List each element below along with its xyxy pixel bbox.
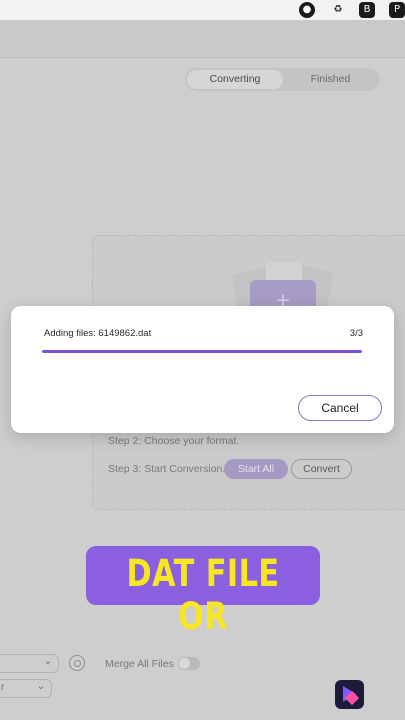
chevron-down-icon: ⌄ [36,681,45,692]
merge-all-files-toggle[interactable] [178,657,200,670]
chevron-down-icon: ⌄ [43,656,52,667]
progress-message: Adding files: 6149862.dat [44,328,152,339]
start-all-button[interactable]: Start All [224,459,288,479]
progress-count: 3/3 [349,328,363,339]
progress-bar-fill [42,350,362,353]
cancel-button[interactable]: Cancel [298,395,382,421]
tab-finished[interactable]: Finished [283,70,378,89]
app-logo-icon [335,680,364,709]
step3-text: Step 3: Start Conversion. [108,463,226,475]
sync-icon[interactable]: ♻ [330,2,346,18]
caption-text: DAT FILE OR [126,552,280,638]
caption-banner: DAT FILE OR [86,546,320,638]
macos-menubar: ● ♻ B P [0,0,405,20]
output-location-select[interactable]: r ⌄ [0,679,52,698]
progress-bar [42,350,362,353]
convert-button[interactable]: Convert [291,459,352,479]
app-badge-icon[interactable]: B [359,2,375,18]
record-icon[interactable]: ● [299,2,315,18]
output-location-value: r [1,682,5,693]
output-format-select[interactable]: ⌄ [0,654,59,673]
pdf-icon[interactable]: P [389,2,405,18]
tab-converting[interactable]: Converting [187,70,283,89]
step2-text: Step 2: Choose your format. [108,435,240,447]
adding-files-dialog: Adding files: 6149862.dat 3/3 Cancel [11,306,394,433]
settings-icon[interactable] [69,655,85,671]
status-segmented-control: Converting Finished [185,68,380,91]
merge-all-files-label: Merge All Files [105,658,174,670]
window-titlebar [0,20,405,58]
